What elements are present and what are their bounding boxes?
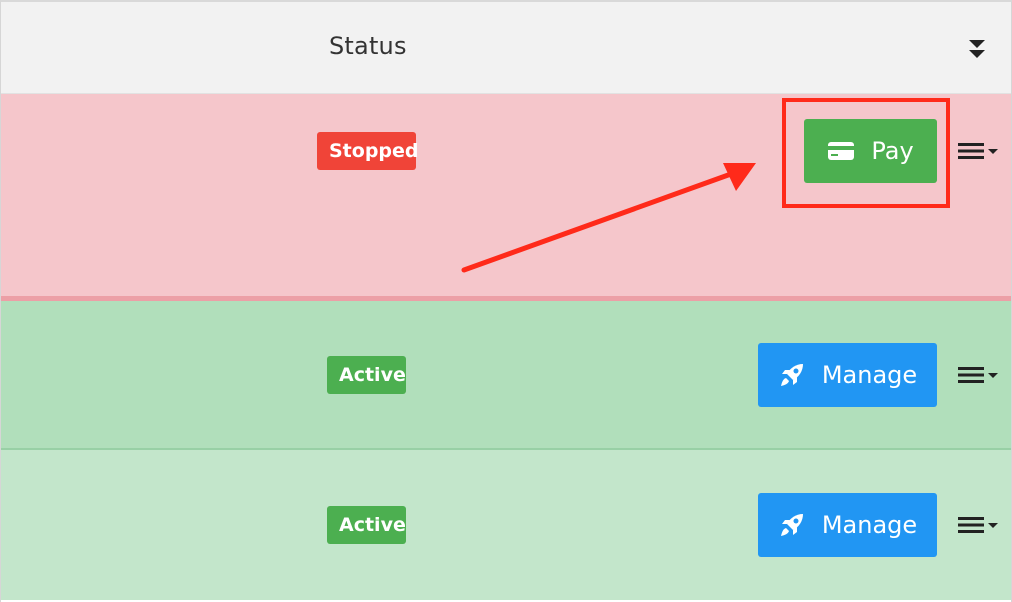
sort-desc-icon[interactable] — [967, 38, 987, 62]
table-row: Active Manage — [1, 301, 1011, 450]
manage-button[interactable]: Manage — [758, 343, 937, 407]
status-column-header[interactable]: Status — [329, 32, 407, 60]
manage-button[interactable]: Manage — [758, 493, 937, 557]
status-badge: Active — [327, 356, 406, 394]
rocket-icon — [778, 511, 806, 539]
status-badge: Active — [327, 506, 406, 544]
rocket-icon — [778, 361, 806, 389]
status-table: Status Stopped Pay Active Manage Active … — [0, 0, 1012, 602]
pay-button-label: Pay — [871, 137, 914, 165]
menu-dropdown-icon[interactable] — [956, 513, 1000, 537]
menu-dropdown-icon[interactable] — [956, 363, 1000, 387]
table-row: Active Manage — [1, 450, 1011, 600]
table-row: Stopped Pay — [1, 94, 1011, 301]
manage-button-label: Manage — [821, 361, 918, 389]
manage-button-label: Manage — [821, 511, 918, 539]
status-badge: Stopped — [317, 132, 419, 170]
credit-card-icon — [827, 137, 855, 165]
table-header: Status — [1, 2, 1011, 94]
pay-button[interactable]: Pay — [804, 119, 937, 183]
menu-dropdown-icon[interactable] — [956, 139, 1000, 163]
